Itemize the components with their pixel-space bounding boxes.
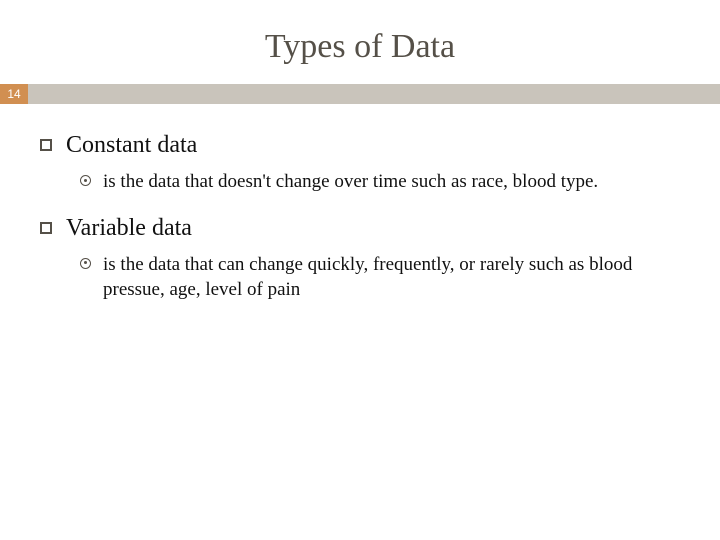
item-detail: is the data that doesn't change over tim…	[103, 169, 598, 195]
list-subitem: is the data that doesn't change over tim…	[80, 169, 680, 195]
divider-bar-fill	[28, 84, 720, 104]
item-heading: Variable data	[66, 215, 192, 242]
circle-bullet-icon	[80, 258, 91, 269]
list-item: Variable data	[40, 215, 680, 242]
content-area: Constant data is the data that doesn't c…	[0, 104, 720, 303]
circle-bullet-icon	[80, 175, 91, 186]
slide-title: Types of Data	[0, 0, 720, 84]
list-item: Constant data	[40, 132, 680, 159]
item-detail: is the data that can change quickly, fre…	[103, 252, 680, 303]
square-bullet-icon	[40, 139, 52, 151]
square-bullet-icon	[40, 222, 52, 234]
item-heading: Constant data	[66, 132, 197, 159]
divider-bar: 14	[0, 84, 720, 104]
page-number-box: 14	[0, 84, 28, 104]
slide: Types of Data 14 Constant data is the da…	[0, 0, 720, 540]
list-subitem: is the data that can change quickly, fre…	[80, 252, 680, 303]
